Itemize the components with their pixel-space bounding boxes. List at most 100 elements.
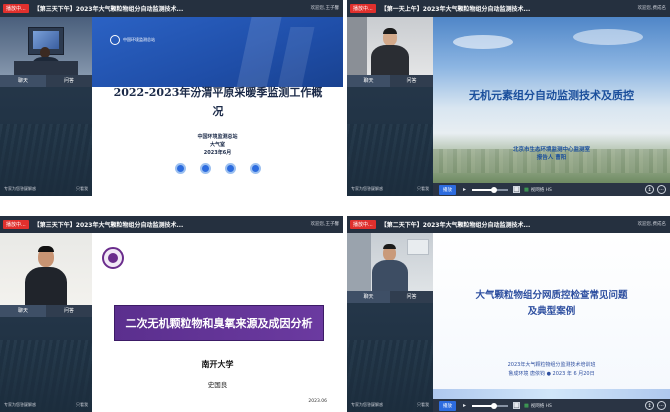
slide-presenter: 史国良	[207, 381, 228, 389]
window-4: 播放中... 【第二天下午】2023年大气颗粒物组分自动监测技术... 欢迎您,…	[347, 216, 670, 412]
slide-org: 南开大学	[201, 360, 234, 369]
player-controls: 播放 ▸ ■ ▩ 视网络 HS ↕ ···	[433, 183, 670, 196]
slide-date: 2023.06	[308, 399, 327, 404]
window-2: 播放中... 【第一天上午】2023年大气颗粒物组分自动监测技术... 欢迎您,…	[347, 0, 670, 196]
only-me-toggle[interactable]: 只看我	[417, 186, 429, 192]
globe-icon	[110, 35, 120, 45]
org-header: 中国环境监测总站	[123, 37, 155, 42]
window-1: 播放中... 【第三天下午】2023年大气颗粒物组分自动监测技术... 欢迎您,…	[0, 0, 343, 196]
signal-icon: ▩	[524, 186, 529, 193]
slide-panel: 大气颗粒物组分网质控检查常见问题 及典型案例 2023年大气颗粒物组分监测技术培…	[433, 233, 670, 399]
volume-icon[interactable]: ▸	[461, 402, 468, 409]
signal-icon: ▩	[524, 402, 529, 409]
screen-icon[interactable]: ■	[513, 402, 520, 409]
sidebar-footer: 专家为您答疑解惑 只看我	[4, 186, 88, 192]
tab-qa[interactable]: 问答	[390, 75, 433, 87]
slide-org: 北京市生态环境监测中心监测室	[512, 147, 590, 153]
welcome-text: 欢迎您,费成名	[637, 6, 666, 11]
play-button[interactable]: 播放	[439, 184, 456, 195]
title-bar: 播放中... 【第三天下午】2023年大气颗粒物组分自动监测技术... 欢迎您,…	[0, 216, 343, 233]
sidebar: 聊天 问答 专家为您答疑解惑 只看我	[347, 17, 433, 196]
side-tabs: 聊天 问答	[347, 75, 433, 87]
slide-date: 2023年6月	[203, 150, 232, 156]
tab-chat[interactable]: 聊天	[347, 75, 390, 87]
player-controls: 播放 ▸ ■ ▩ 视网络 HS ↕ ···	[433, 399, 670, 412]
expert-hint: 专家为您答疑解惑	[351, 402, 383, 407]
partner-logos	[92, 163, 343, 174]
sidebar-footer: 专家为您答疑解惑 只看我	[351, 402, 429, 408]
only-me-toggle[interactable]: 只看我	[76, 402, 88, 408]
only-me-toggle[interactable]: 只看我	[417, 402, 429, 408]
university-seal-icon	[102, 247, 124, 269]
slide-main-title: 无机元素组分自动监测技术及质控	[469, 89, 634, 102]
presenter-video	[0, 233, 92, 305]
network-status: 视网络 HS	[530, 403, 552, 409]
partner-logo-icon	[224, 163, 236, 174]
welcome-text: 欢迎您,费成名	[637, 222, 666, 227]
org-logo: 中国环境监测总站	[110, 35, 155, 45]
side-tabs: 聊天 问答	[0, 305, 92, 317]
welcome-text: 欢迎您,王子馨	[310, 222, 339, 227]
more-icon[interactable]: ···	[657, 401, 666, 410]
slide-title-box: 二次无机颗粒物和臭氧来源及成因分析	[114, 305, 324, 341]
fullscreen-icon[interactable]: ↕	[645, 185, 654, 194]
slide-panel: 无机元素组分自动监测技术及质控 北京市生态环境监测中心监测室 报告人 曹阳	[433, 17, 670, 183]
title-bar: 播放中... 【第一天上午】2023年大气颗粒物组分自动监测技术... 欢迎您,…	[347, 0, 670, 17]
tab-qa[interactable]: 问答	[46, 305, 92, 317]
slide-main-title: 2022-2023年汾渭平原采暖季监测工作概况	[113, 86, 323, 118]
window-title: 【第三天下午】2023年大气颗粒物组分自动监测技术...	[33, 222, 184, 229]
window-title: 【第二天下午】2023年大气颗粒物组分自动监测技术...	[380, 222, 531, 229]
screen-icon[interactable]: ■	[513, 186, 520, 193]
slide-dept: 大气室	[209, 142, 225, 148]
slide-main-title-line2: 及典型案例	[527, 306, 576, 317]
live-badge: 播放中...	[3, 220, 29, 229]
window-title: 【第三天下午】2023年大气颗粒物组分自动监测技术...	[33, 6, 184, 13]
screenshot-grid: 播放中... 【第三天下午】2023年大气颗粒物组分自动监测技术... 欢迎您,…	[0, 0, 670, 412]
tab-chat[interactable]: 聊天	[0, 305, 46, 317]
slide-panel: 中国环境监测总站 2022-2023年汾渭平原采暖季监测工作概况 中国环境监测总…	[92, 17, 343, 196]
slide-event: 2023年大气颗粒物组分监测技术培训班	[507, 362, 596, 368]
slide-main-title: 二次无机颗粒物和臭氧来源及成因分析	[125, 317, 313, 330]
title-bar: 播放中... 【第二天下午】2023年大气颗粒物组分自动监测技术... 欢迎您,…	[347, 216, 670, 233]
slide-reporter: 报告人 曹阳	[536, 155, 567, 161]
title-bar: 播放中... 【第三天下午】2023年大气颗粒物组分自动监测技术... 欢迎您,…	[0, 0, 343, 17]
volume-slider[interactable]	[472, 186, 508, 193]
slide-banner: 中国环境监测总站 2022-2023年汾渭平原采暖季监测工作概况	[92, 17, 343, 125]
sidebar-footer: 专家为您答疑解惑 只看我	[351, 186, 429, 192]
sidebar-footer: 专家为您答疑解惑 只看我	[4, 402, 88, 408]
expert-hint: 专家为您答疑解惑	[4, 402, 36, 407]
presenter-video	[0, 17, 92, 75]
tab-chat[interactable]: 聊天	[0, 75, 46, 87]
slide-main-title-line1: 大气颗粒物组分网质控检查常见问题	[475, 290, 628, 301]
sidebar: 聊天 问答 专家为您答疑解惑 只看我	[347, 233, 433, 412]
network-status: 视网络 HS	[530, 187, 552, 193]
welcome-text: 欢迎您,王子馨	[310, 6, 339, 11]
sidebar: 聊天 问答 专家为您答疑解惑 只看我	[0, 17, 92, 196]
fullscreen-icon[interactable]: ↕	[645, 401, 654, 410]
side-tabs: 聊天 问答	[347, 291, 433, 303]
slide-org: 中国环境监测总站	[197, 134, 238, 140]
sidebar: 聊天 问答 专家为您答疑解惑 只看我	[0, 233, 92, 412]
side-tabs: 聊天 问答	[0, 75, 92, 87]
slide-presenter-line: 鲁成环境 唐依钧 ● 2023 年 6 月20日	[508, 371, 595, 377]
only-me-toggle[interactable]: 只看我	[76, 186, 88, 192]
expert-hint: 专家为您答疑解惑	[351, 186, 383, 191]
live-badge: 播放中...	[350, 4, 376, 13]
window-title: 【第一天上午】2023年大气颗粒物组分自动监测技术...	[380, 6, 531, 13]
partner-logo-icon	[249, 163, 261, 174]
volume-slider[interactable]	[472, 402, 508, 409]
window-3: 播放中... 【第三天下午】2023年大气颗粒物组分自动监测技术... 欢迎您,…	[0, 216, 343, 412]
volume-icon[interactable]: ▸	[461, 186, 468, 193]
live-badge: 播放中...	[350, 220, 376, 229]
live-badge: 播放中...	[3, 4, 29, 13]
presenter-video	[347, 17, 433, 75]
slide-panel: 二次无机颗粒物和臭氧来源及成因分析 南开大学 史国良 2023.06	[92, 233, 343, 412]
tab-qa[interactable]: 问答	[46, 75, 92, 87]
tab-chat[interactable]: 聊天	[347, 291, 390, 303]
presenter-video	[347, 233, 433, 291]
play-button[interactable]: 播放	[439, 400, 456, 411]
expert-hint: 专家为您答疑解惑	[4, 186, 36, 191]
more-icon[interactable]: ···	[657, 185, 666, 194]
tab-qa[interactable]: 问答	[390, 291, 433, 303]
partner-logo-icon	[199, 163, 211, 174]
